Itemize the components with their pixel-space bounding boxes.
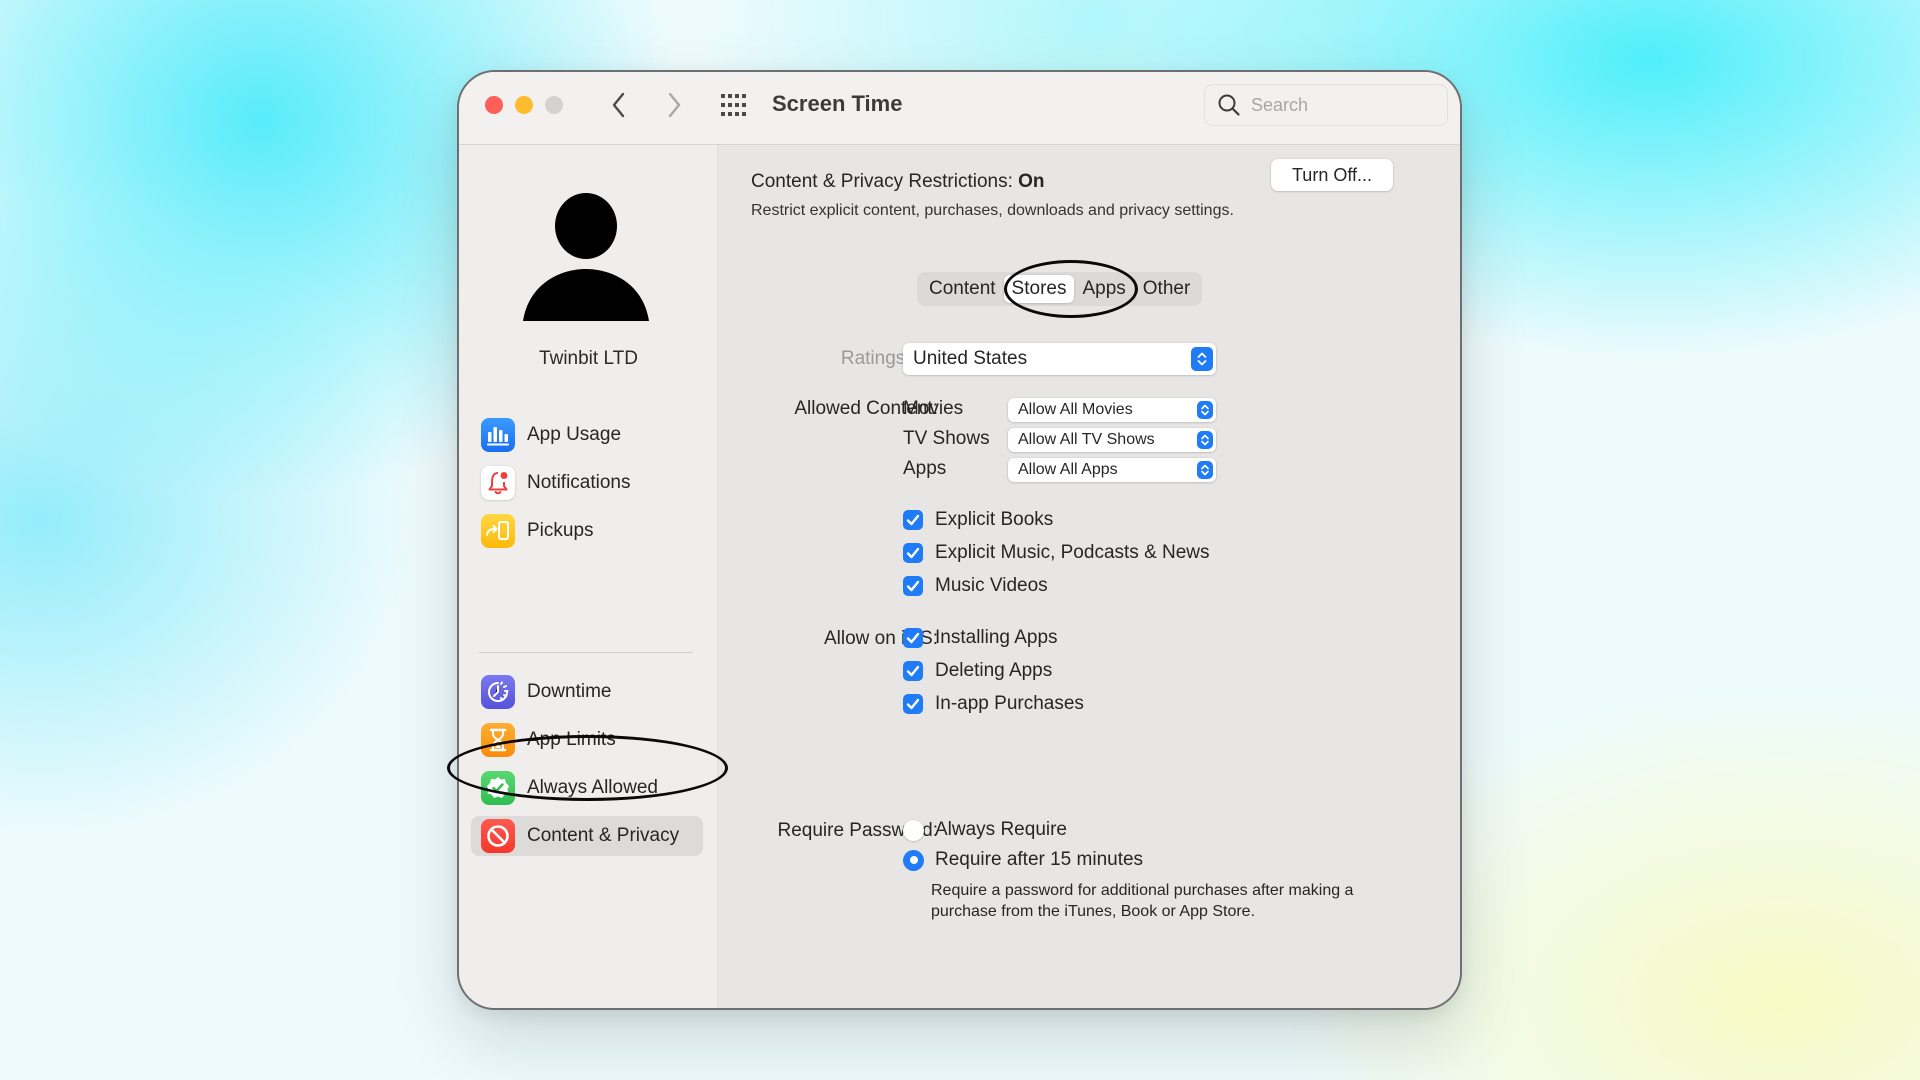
restrictions-description: Restrict explicit content, purchases, do… [751, 202, 1234, 219]
tab-segmented-control: Content Stores Apps Other [917, 272, 1203, 306]
sidebar-item-notifications[interactable]: Notifications [471, 463, 703, 503]
movies-label: Movies [903, 398, 964, 419]
always-require-radio[interactable]: Always Require [903, 817, 1067, 843]
sidebar-item-label: Always Allowed [527, 777, 658, 798]
tv-shows-label: TV Shows [903, 428, 990, 449]
sidebar-item-label: Content & Privacy [527, 825, 680, 846]
tv-shows-select[interactable]: Allow All TV Shows [1008, 428, 1216, 452]
search-field[interactable] [1204, 84, 1448, 126]
music-videos-checkbox[interactable]: Music Videos [903, 573, 1048, 599]
back-button[interactable] [603, 88, 635, 122]
sidebar-item-label: Notifications [527, 472, 631, 493]
sidebar-item-downtime[interactable]: Downtime [471, 672, 703, 712]
radio-label: Require after 15 minutes [935, 849, 1144, 870]
chevron-right-icon [668, 92, 681, 118]
zoom-window-button[interactable] [545, 96, 563, 114]
require-after-15-minutes-radio[interactable]: Require after 15 minutes [903, 847, 1143, 873]
explicit-books-checkbox[interactable]: Explicit Books [903, 507, 1053, 533]
pickup-phone-icon [481, 514, 515, 548]
search-icon [1218, 94, 1240, 116]
restrictions-state: On [1018, 171, 1045, 192]
radio-label: Always Require [935, 819, 1067, 840]
tab-other[interactable]: Other [1135, 275, 1199, 303]
ratings-for-select[interactable]: United States [903, 343, 1216, 375]
restrictions-label: Content & Privacy Restrictions: [751, 171, 1013, 192]
forward-button[interactable] [658, 88, 690, 122]
popup-arrows-icon [1197, 431, 1213, 449]
explicit-music-checkbox[interactable]: Explicit Music, Podcasts & News [903, 540, 1210, 566]
checkbox-label: Deleting Apps [935, 660, 1053, 681]
popup-arrows-icon [1191, 347, 1213, 371]
chevron-left-icon [612, 92, 625, 118]
search-input[interactable] [1251, 94, 1441, 116]
downtime-icon [481, 675, 515, 709]
minimize-window-button[interactable] [515, 96, 533, 114]
sidebar-item-label: Pickups [527, 520, 594, 541]
turn-off-button[interactable]: Turn Off... [1271, 159, 1393, 191]
password-help-text: Require a password for additional purcha… [931, 882, 1354, 920]
show-all-button[interactable] [721, 94, 747, 116]
checkmark-icon [903, 661, 923, 681]
checkbox-label: Music Videos [935, 575, 1048, 596]
close-window-button[interactable] [485, 96, 503, 114]
sidebar-item-always-allowed[interactable]: Always Allowed [471, 768, 703, 808]
checkbox-label: Explicit Music, Podcasts & News [935, 542, 1210, 563]
checkbox-label: Installing Apps [935, 627, 1058, 648]
restricted-icon [481, 819, 515, 853]
checkmark-icon [903, 510, 923, 530]
apps-label: Apps [903, 458, 947, 479]
ratings-for-value: United States [913, 348, 1028, 369]
apps-value: Allow All Apps [1018, 461, 1118, 478]
window-title: Screen Time [772, 91, 903, 116]
sidebar-item-pickups[interactable]: Pickups [471, 511, 703, 551]
sidebar-item-content-privacy[interactable]: Content & Privacy [471, 816, 703, 856]
movies-value: Allow All Movies [1018, 401, 1133, 418]
tab-content[interactable]: Content [921, 275, 1004, 303]
sidebar-item-label: Downtime [527, 681, 612, 702]
sidebar-divider [479, 652, 693, 653]
hourglass-icon [481, 723, 515, 757]
grid-icon [721, 94, 746, 116]
radio-unselected-icon [903, 819, 924, 841]
user-name: Twinbit LTD [539, 348, 638, 369]
checkmark-badge-icon [481, 771, 515, 805]
title-bar: Screen Time [459, 72, 1460, 145]
movies-select[interactable]: Allow All Movies [1008, 398, 1216, 422]
user-avatar-icon [523, 193, 649, 321]
installing-apps-checkbox[interactable]: Installing Apps [903, 625, 1058, 651]
popup-arrows-icon [1197, 401, 1213, 419]
checkmark-icon [903, 543, 923, 563]
deleting-apps-checkbox[interactable]: Deleting Apps [903, 658, 1052, 684]
checkmark-icon [903, 576, 923, 596]
sidebar: Twinbit LTD App Usage Notifications Pick… [459, 145, 718, 1008]
bar-chart-icon [481, 418, 515, 452]
tab-apps[interactable]: Apps [1074, 275, 1133, 303]
checkbox-label: In-app Purchases [935, 693, 1084, 714]
screen-time-window: Screen Time Twinbit LTD App Usage Notifi… [457, 70, 1462, 1010]
checkmark-icon [903, 628, 923, 648]
radio-selected-icon [903, 849, 924, 871]
tv-shows-value: Allow All TV Shows [1018, 431, 1155, 448]
restrictions-title: Content & Privacy Restrictions: On [751, 171, 1045, 193]
tab-stores[interactable]: Stores [1003, 275, 1075, 303]
apps-select[interactable]: Allow All Apps [1008, 458, 1216, 482]
sidebar-item-app-limits[interactable]: App Limits [471, 720, 703, 760]
bell-icon [481, 466, 515, 500]
sidebar-item-app-usage[interactable]: App Usage [471, 415, 703, 455]
in-app-purchases-checkbox[interactable]: In-app Purchases [903, 691, 1084, 717]
content-pane: Content & Privacy Restrictions: On Restr… [718, 145, 1460, 1008]
popup-arrows-icon [1197, 461, 1213, 479]
checkbox-label: Explicit Books [935, 509, 1054, 530]
checkmark-icon [903, 694, 923, 714]
sidebar-item-label: App Usage [527, 424, 622, 445]
sidebar-item-label: App Limits [527, 729, 616, 750]
